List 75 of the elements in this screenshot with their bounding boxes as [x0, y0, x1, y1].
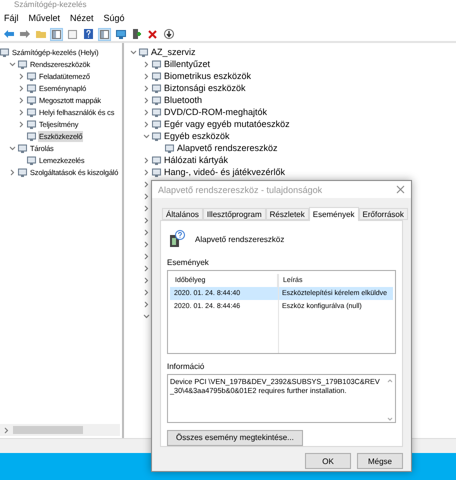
device-icon [152, 156, 161, 164]
tree-item[interactable]: Egyéb eszközök [163, 130, 231, 142]
device-icon [0, 48, 9, 56]
device-icon [152, 96, 161, 104]
device-icon [152, 60, 161, 68]
device-icon [152, 132, 161, 140]
help-icon [84, 29, 93, 39]
tree-item[interactable]: Biometrikus eszközök [163, 70, 252, 82]
device-icon [27, 96, 36, 104]
download-circle-icon [164, 29, 174, 39]
tree-item[interactable]: Biztonsági eszközök [163, 82, 247, 94]
pane-icon [100, 30, 109, 38]
device-icon [27, 108, 36, 116]
device-icon [152, 168, 161, 176]
menu-item[interactable]: Művelet [28, 13, 60, 23]
section-label: Információ [167, 362, 206, 370]
device-icon [18, 60, 27, 68]
pane-icon [52, 30, 61, 38]
device-icon [165, 144, 174, 152]
dialog-button[interactable]: Mégse [357, 453, 403, 469]
device-icon [18, 144, 27, 152]
device-icon [152, 84, 161, 92]
dialog-title: Alapvető rendszereszköz - tulajdonságok [158, 184, 322, 194]
device-icon [152, 72, 161, 80]
collapse-chevron-icon[interactable] [9, 60, 16, 68]
tree-item[interactable]: Billentyűzet [163, 58, 212, 70]
menu-item[interactable]: Fájl [4, 13, 19, 23]
tab[interactable]: Illesztőprogram [202, 208, 266, 220]
collapse-chevron-icon[interactable] [9, 144, 16, 152]
forward-arrow-icon [20, 30, 30, 38]
collapse-chevron-icon[interactable] [130, 48, 137, 56]
vertical-scrollbar[interactable] [387, 378, 393, 422]
tree-item[interactable]: AZ_szerviz [150, 46, 197, 58]
section-label: Események [167, 258, 210, 267]
tree-item[interactable]: Hálózati kártyák [163, 154, 230, 166]
tree-item[interactable]: Egér vagy egyéb mutatóeszköz [163, 118, 291, 130]
window-title: Számítógép-kezelés [14, 0, 86, 9]
dialog-button[interactable]: OK [305, 453, 351, 469]
device-icon [27, 84, 36, 92]
add-device-icon [132, 29, 141, 39]
collapse-chevron-icon[interactable] [143, 312, 150, 320]
folder-icon [36, 30, 46, 38]
sheet-icon [68, 30, 77, 38]
collapse-chevron-icon[interactable] [143, 132, 150, 140]
expand-chevron-icon[interactable] [3, 426, 10, 434]
view-all-events-button[interactable]: Összes esemény megtekintése... [167, 430, 303, 446]
device-icon [27, 120, 36, 128]
device-icon [152, 120, 161, 128]
expand-chevron-icon[interactable] [9, 168, 16, 176]
tree-item[interactable]: DVD/CD-ROM-meghajtók [163, 106, 268, 118]
tree-item[interactable]: Alapvető rendszereszköz [176, 142, 279, 154]
toolbar-button[interactable] [82, 28, 95, 40]
monitor-icon [116, 30, 126, 38]
device-icon [27, 72, 36, 80]
device-icon [18, 168, 27, 176]
device-icon [152, 108, 161, 116]
back-arrow-icon [4, 30, 14, 38]
toolbar-button[interactable] [130, 28, 143, 40]
unknown-device-icon [169, 230, 185, 248]
horizontal-scrollbar[interactable] [0, 424, 120, 436]
tab[interactable]: Erőforrások [358, 208, 408, 220]
toolbar-button[interactable] [162, 28, 175, 40]
tree-item[interactable]: Bluetooth [163, 94, 204, 106]
tab[interactable]: Események [308, 207, 359, 221]
close-button[interactable] [396, 185, 405, 194]
device-name: Alapvető rendszereszköz [195, 234, 284, 244]
device-icon [27, 132, 36, 140]
tab[interactable]: Általános [162, 208, 203, 220]
device-icon [139, 48, 148, 56]
menu-item[interactable]: Nézet [70, 13, 94, 23]
device-icon [27, 156, 36, 164]
tree-item[interactable]: Hang-, videó- és játékvezérlők [163, 166, 286, 178]
tab[interactable]: Részletek [266, 208, 309, 220]
menu-item[interactable]: Súgó [104, 13, 125, 23]
delete-icon [148, 30, 157, 38]
